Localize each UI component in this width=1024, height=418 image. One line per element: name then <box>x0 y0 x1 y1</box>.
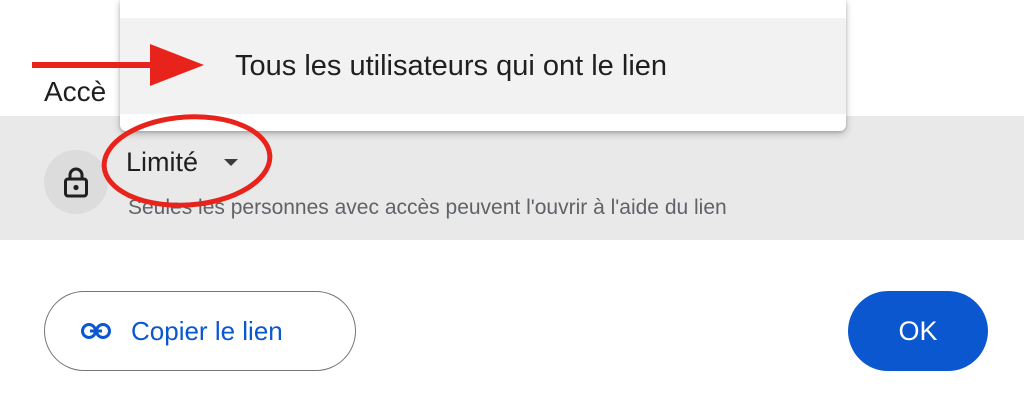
ok-button[interactable]: OK <box>848 291 988 371</box>
link-icon <box>81 323 111 339</box>
copy-link-button[interactable]: Copier le lien <box>44 291 356 371</box>
menu-item-anyone-with-link[interactable]: Tous les utilisateurs qui ont le lien <box>120 18 846 114</box>
access-options-menu: Tous les utilisateurs qui ont le lien <box>120 0 846 131</box>
access-level-dropdown[interactable]: Limité <box>126 140 239 184</box>
lock-icon <box>64 167 88 198</box>
copy-link-label: Copier le lien <box>131 315 283 346</box>
section-title: Accè <box>44 76 107 107</box>
caret-down-icon <box>224 158 239 166</box>
lock-icon-circle <box>44 150 108 214</box>
access-description: Seules les personnes avec accès peuvent … <box>128 196 727 219</box>
menu-item-label: Tous les utilisateurs qui ont le lien <box>235 49 668 82</box>
access-level-label: Limité <box>126 146 199 177</box>
